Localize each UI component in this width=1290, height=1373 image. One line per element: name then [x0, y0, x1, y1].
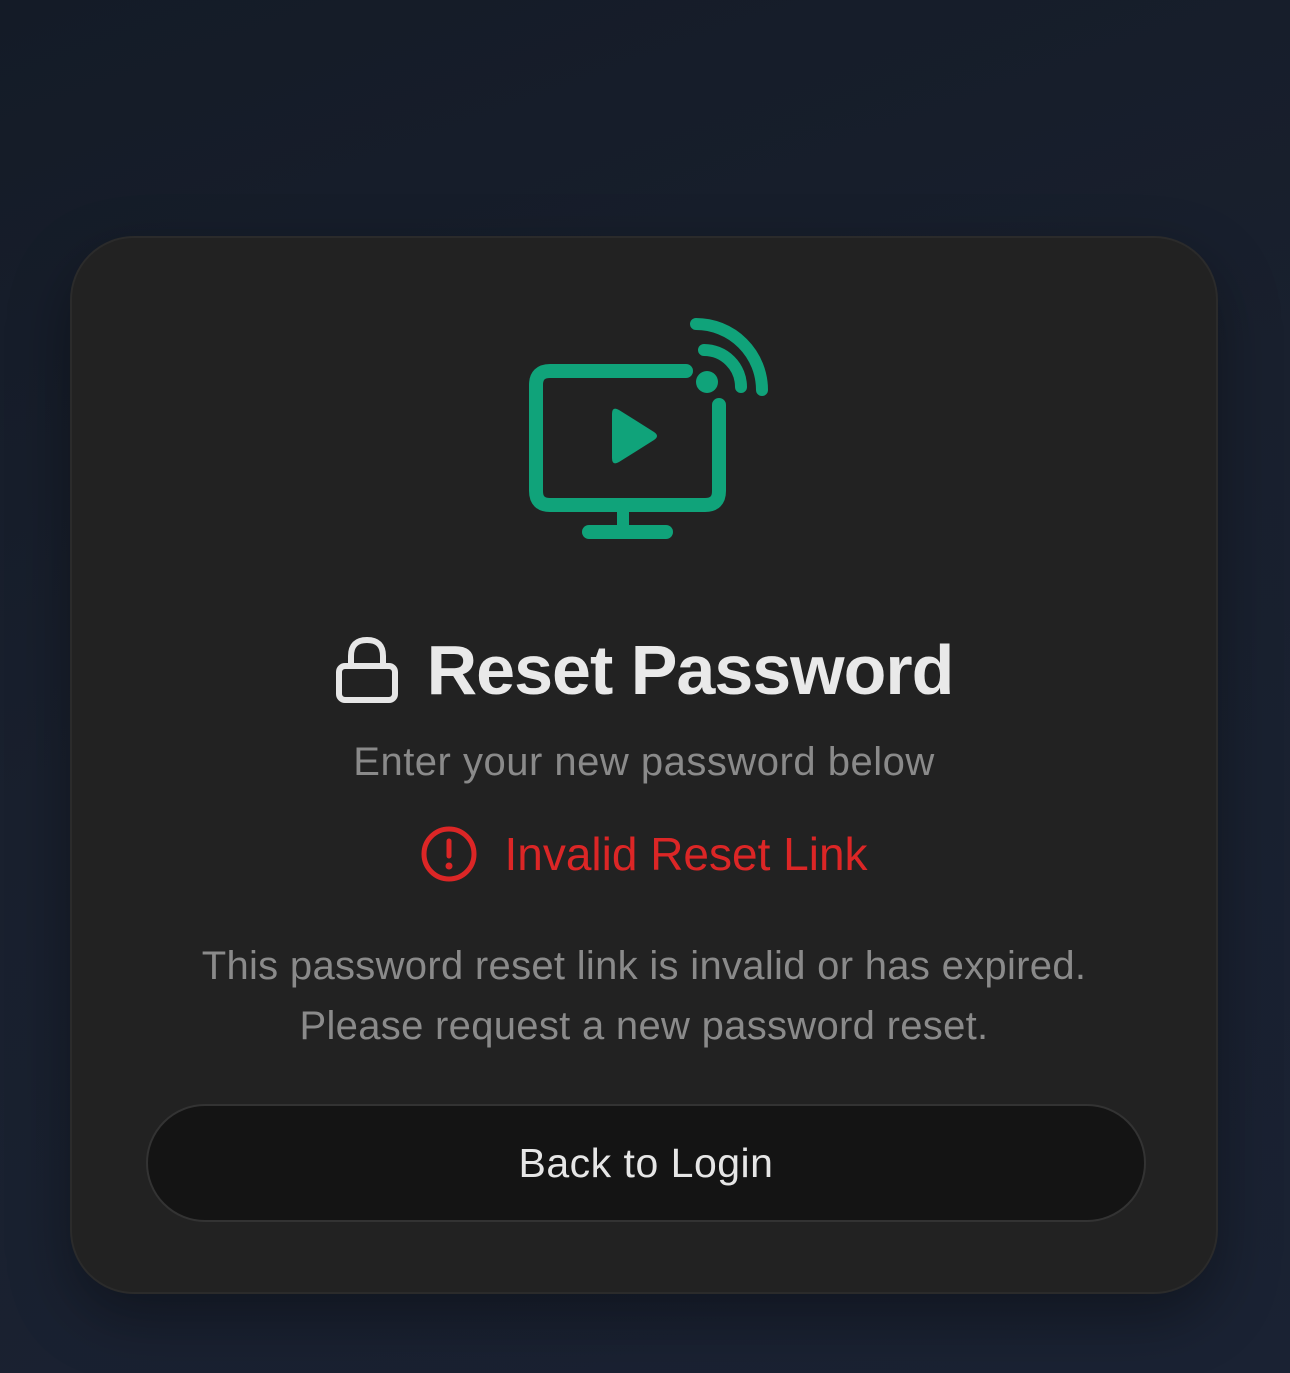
back-to-login-button[interactable]: Back to Login — [146, 1104, 1146, 1222]
error-title: Invalid Reset Link — [504, 828, 868, 880]
title-row: Reset Password — [72, 630, 1216, 710]
error-message-line-1: This password reset link is invalid or h… — [201, 944, 1087, 988]
error-banner: Invalid Reset Link — [72, 824, 1216, 884]
page-title: Reset Password — [426, 631, 955, 709]
alert-circle-icon — [421, 826, 477, 882]
tv-cast-play-icon — [529, 318, 768, 539]
lock-icon — [335, 637, 398, 703]
page-subtitle: Enter your new password below — [353, 740, 935, 784]
reset-password-card: Reset Password Enter your new password b… — [70, 236, 1218, 1294]
error-message: This password reset link is invalid or h… — [132, 936, 1156, 1056]
error-message-line-2: Please request a new password reset. — [299, 1004, 989, 1048]
